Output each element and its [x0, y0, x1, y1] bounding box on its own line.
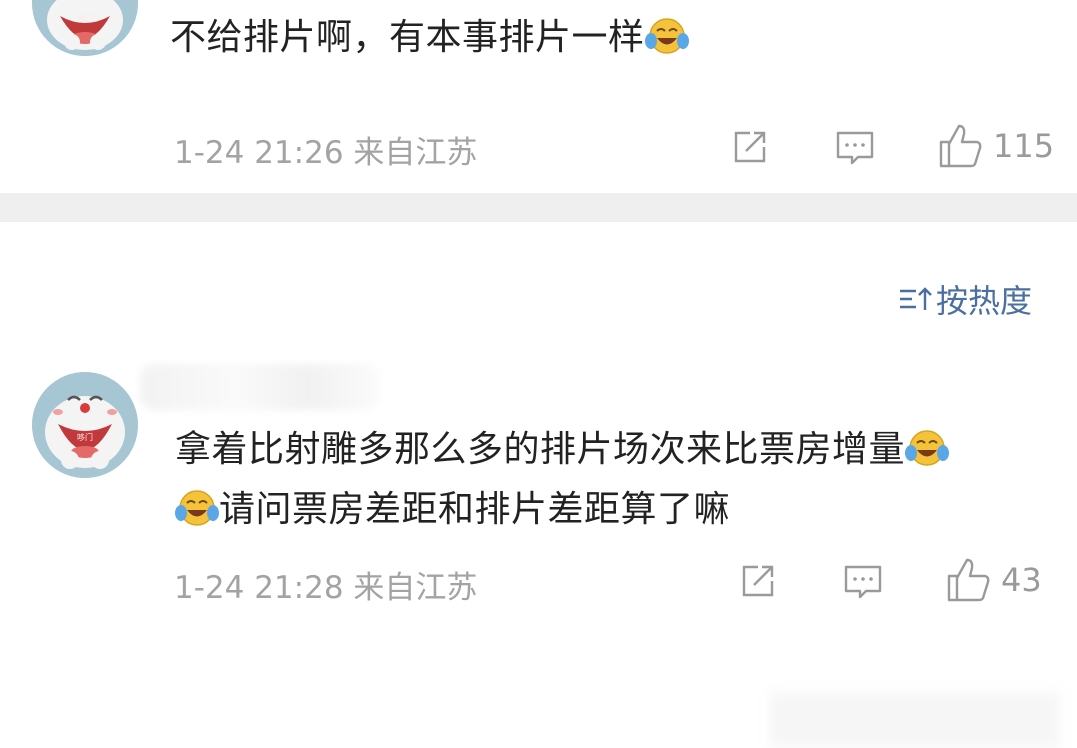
comment-text-line: 请问票房差距和排片差距算了嘛: [219, 489, 731, 530]
sort-icon: [900, 287, 932, 310]
share-icon: [734, 131, 766, 163]
comment-text: 拿着比射雕多那么多的排片场次来比票房增量 请问票房差距和排片差距算了嘛: [175, 420, 950, 540]
comment-text: 不给排片啊，有本事排片一样: [170, 8, 689, 68]
share-button[interactable]: [738, 561, 778, 601]
like-button[interactable]: 43: [945, 556, 1042, 604]
comment-button[interactable]: [842, 561, 884, 603]
laugh-cry-emoji-icon: [905, 430, 950, 466]
section-divider: [0, 193, 1077, 222]
thumbs-up-icon: [947, 558, 990, 602]
thumbs-up-icon: [939, 124, 982, 168]
comment-meta: 1-24 21:28 来自江苏: [174, 570, 478, 606]
sort-label: 按热度: [936, 282, 1033, 320]
comment-item: 哆门 拿着比射雕多那么多的排片场次来比票房增量 请问票房差距和排片差距算了嘛 1…: [0, 360, 1077, 690]
avatar-tag: 哆门: [77, 14, 93, 23]
comment-icon: [836, 131, 874, 165]
avatar-tag: 哆门: [77, 433, 93, 442]
like-count: 115: [993, 127, 1055, 165]
comment-item: 哆门 不给排片啊，有本事排片一样 1-24 21:26 来自江苏 115: [0, 0, 1077, 193]
avatar-image: [32, 372, 138, 478]
comment-meta: 1-24 21:26 来自江苏: [174, 135, 478, 171]
username-redacted: [140, 364, 380, 410]
share-icon: [742, 565, 774, 597]
comment-icon: [844, 565, 882, 599]
comment-text-line: 不给排片啊，有本事排片一样: [170, 17, 645, 58]
like-count: 43: [1001, 561, 1042, 599]
laugh-cry-emoji-icon: [175, 490, 219, 526]
comment-button[interactable]: [834, 127, 876, 169]
avatar-image: [32, 0, 138, 56]
like-button[interactable]: 115: [937, 122, 1054, 170]
laugh-cry-emoji-icon: [644, 18, 689, 54]
redacted-area: [770, 692, 1060, 748]
avatar[interactable]: 哆门: [32, 0, 138, 56]
avatar[interactable]: 哆门: [32, 372, 138, 478]
comment-text-line: 拿着比射雕多那么多的排片场次来比票房增量: [175, 429, 906, 470]
share-button[interactable]: [730, 127, 770, 167]
sort-button[interactable]: 按热度: [898, 276, 1032, 322]
